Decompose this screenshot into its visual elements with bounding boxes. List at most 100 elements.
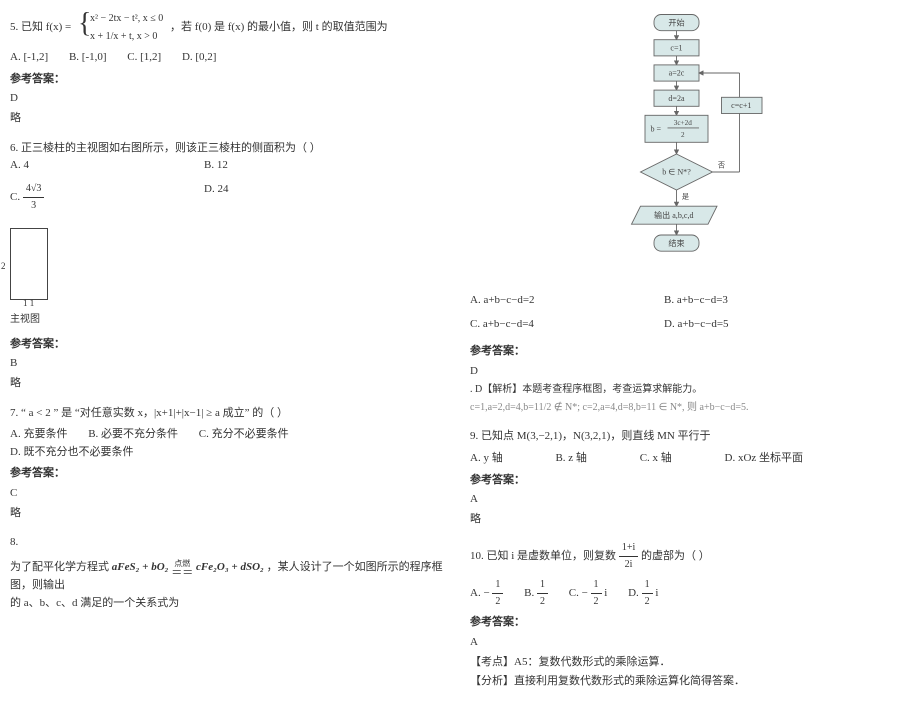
question-7: 7. “ a < 2 ” 是 “对任意实数 x，|x+1|+|x−1| ≥ a …: [10, 405, 450, 523]
q8-answer-label: 参考答案：: [470, 343, 910, 361]
q6-view-bottom-label: 1 1: [23, 296, 34, 310]
q5-piece2: x + 1/x + t, x > 0: [90, 31, 157, 42]
q7-choices: A. 充要条件 B. 必要不充分条件 C. 充分不必要条件 D. 既不充分也不必…: [10, 426, 450, 461]
q8-eq-mid: 点燃 ＝＝: [171, 558, 193, 577]
question-6: 6. 正三棱柱的主视图如右图所示，则该正三棱柱的侧面积为（ ） A. 4 B. …: [10, 140, 450, 393]
q10-d-num: 1: [642, 577, 653, 594]
flow-diamond: b ∈ N*?: [662, 168, 691, 177]
q7-choice-d: D. 既不充分也不必要条件: [10, 444, 133, 462]
flow-b4-lhs: b =: [650, 125, 661, 134]
question-10: 10. 已知 i 是虚数单位，则复数 1+i 2i 的虚部为（ ） A. − 1…: [470, 540, 910, 690]
q8-num: 8.: [10, 534, 450, 552]
q8-explain1: . D【解析】本题考查程序框图，考查运算求解能力。: [470, 382, 910, 398]
q8-explain2: c=1,a=2,d=4,b=11/2 ∉ N*; c=2,a=4,d=8,b=1…: [470, 400, 910, 416]
q6-choices: A. 4 B. 12 C. 4√3 3 D. 24: [10, 157, 450, 220]
q6-view-caption: 主视图: [10, 312, 450, 328]
q5-choices: A. [-1,2] B. [-1,0] C. [1,2] D. [0,2]: [10, 49, 450, 67]
q9-choices: A. y 轴 B. z 轴 C. x 轴 D. xOz 坐标平面: [470, 450, 910, 468]
q10-a-num: 1: [492, 577, 503, 594]
q10-a-pre: A. −: [470, 587, 492, 599]
q8-choice-a: A. a+b−c−d=2: [470, 292, 646, 310]
q8-line1: 为了配平化学方程式 aFeS₂ + bO₂ 点燃 ＝＝ cFe₂O₃ + dSO…: [10, 558, 450, 595]
flow-out: 输出 a,b,c,d: [654, 210, 693, 220]
q7-omit: 略: [10, 505, 450, 523]
q5-answer-label: 参考答案：: [10, 71, 450, 89]
q8-choice-b: B. a+b−c−d=3: [664, 292, 840, 310]
q8-eq-left: aFeS₂ + bO₂: [112, 561, 169, 573]
q10-choice-c: C. − 1 2 i: [569, 577, 608, 610]
q5-choice-c: C. [1,2]: [127, 49, 161, 67]
right-column: 开始 c=1 a=2c d=2a b = 3c+2d 2: [470, 10, 910, 703]
q5-stem: 5. 已知 f(x) = x² − 2tx − t², x ≤ 0 x + 1/…: [10, 10, 450, 45]
flow-end: 结束: [668, 238, 684, 248]
q5-tail: ，若 f(0) 是 f(x) 的最小值，则 t 的取值范围为: [170, 21, 388, 33]
q7-answer: C: [10, 485, 450, 503]
flow-start: 开始: [668, 17, 684, 27]
q8-choice-d: D. a+b−c−d=5: [664, 316, 840, 334]
q9-answer-label: 参考答案：: [470, 472, 910, 490]
q5-piece1: x² − 2tx − t², x ≤ 0: [90, 13, 163, 24]
q8-flowchart: 开始 c=1 a=2c d=2a b = 3c+2d 2: [600, 10, 780, 280]
q6-choice-c: C. 4√3 3: [10, 181, 186, 214]
q6-c-num: 4√3: [23, 181, 45, 198]
q5-fx: f(x) =: [46, 19, 71, 37]
left-column: 5. 已知 f(x) = x² − 2tx − t², x ≤ 0 x + 1/…: [10, 10, 450, 703]
q8-answer: D: [470, 363, 910, 381]
q10-choice-a: A. − 1 2: [470, 577, 503, 610]
q10-c-den: 2: [591, 594, 602, 610]
q6-choice-b: B. 12: [204, 157, 380, 175]
flow-b2: a=2c: [669, 69, 685, 78]
q10-b-den: 2: [537, 594, 548, 610]
q9-choice-d: D. xOz 坐标平面: [725, 450, 804, 468]
page-root: 5. 已知 f(x) = x² − 2tx − t², x ≤ 0 x + 1/…: [10, 10, 910, 703]
flow-loop: c=c+1: [731, 101, 751, 110]
q6-stem: 6. 正三棱柱的主视图如右图所示，则该正三棱柱的侧面积为（ ）: [10, 140, 450, 158]
q10-answer: A: [470, 634, 910, 652]
q10-d-pre: D.: [628, 587, 641, 599]
q10-pre: 10. 已知 i 是虚数单位，则复数: [470, 550, 619, 562]
q6-answer-label: 参考答案：: [10, 336, 450, 354]
q6-c-frac: 4√3 3: [23, 181, 45, 214]
flow-yes: 是: [682, 193, 689, 201]
q10-a-frac: 1 2: [492, 577, 503, 610]
q5-choice-a: A. [-1,2]: [10, 49, 48, 67]
q10-stem-frac: 1+i 2i: [619, 540, 638, 573]
q10-stem: 10. 已知 i 是虚数单位，则复数 1+i 2i 的虚部为（ ）: [470, 540, 910, 573]
q10-choices: A. − 1 2 B. 1 2 C. −: [470, 577, 910, 610]
q10-b-pre: B.: [524, 587, 537, 599]
q6-answer: B: [10, 355, 450, 373]
q10-kaodian: 【考点】A5：复数代数形式的乘除运算．: [470, 654, 910, 672]
q5-omit: 略: [10, 110, 450, 128]
q10-d-den: 2: [642, 594, 653, 610]
q10-choice-b: B. 1 2: [524, 577, 548, 610]
q7-choice-a: A. 充要条件: [10, 426, 67, 444]
question-9: 9. 已知点 M(3,−2,1)，N(3,2,1)，则直线 MN 平行于 A. …: [470, 428, 910, 528]
q9-choice-a: A. y 轴: [470, 450, 503, 468]
q9-stem: 9. 已知点 M(3,−2,1)，N(3,2,1)，则直线 MN 平行于: [470, 428, 910, 446]
q10-a-den: 2: [492, 594, 503, 610]
q5-prefix: 5. 已知: [10, 21, 46, 33]
q10-fenxi: 【分析】直接利用复数代数形式的乘除运算化简得答案．: [470, 673, 910, 691]
q9-choice-c: C. x 轴: [640, 450, 672, 468]
q6-c-pre: C.: [10, 191, 23, 203]
q10-b-num: 1: [537, 577, 548, 594]
flow-no: 否: [718, 162, 725, 170]
q8-choices: A. a+b−c−d=2 B. a+b−c−d=3 C. a+b−c−d=4 D…: [470, 292, 910, 416]
flow-b4-num: 3c+2d: [674, 119, 692, 127]
flowchart-svg: 开始 c=1 a=2c d=2a b = 3c+2d 2: [600, 10, 780, 280]
q6-choice-a: A. 4: [10, 157, 186, 175]
q10-d-frac: 1 2: [642, 577, 653, 610]
question-5: 5. 已知 f(x) = x² − 2tx − t², x ≤ 0 x + 1/…: [10, 10, 450, 128]
q10-frac-den: 2i: [619, 557, 638, 573]
q8-eq-eq: ＝＝: [171, 570, 193, 577]
q9-choice-b: B. z 轴: [555, 450, 586, 468]
q10-d-suf: i: [655, 587, 658, 599]
q5-choice-d: D. [0,2]: [182, 49, 217, 67]
q10-c-pre: C. −: [569, 587, 591, 599]
q10-c-suf: i: [604, 587, 607, 599]
q8-line2: 的 a、b、c、d 满足的一个关系式为: [10, 595, 450, 613]
q10-answer-label: 参考答案：: [470, 614, 910, 632]
flow-b1: c=1: [670, 44, 682, 53]
q7-choice-b: B. 必要不充分条件: [88, 426, 178, 444]
q8-l1-pre: 为了配平化学方程式: [10, 561, 112, 573]
